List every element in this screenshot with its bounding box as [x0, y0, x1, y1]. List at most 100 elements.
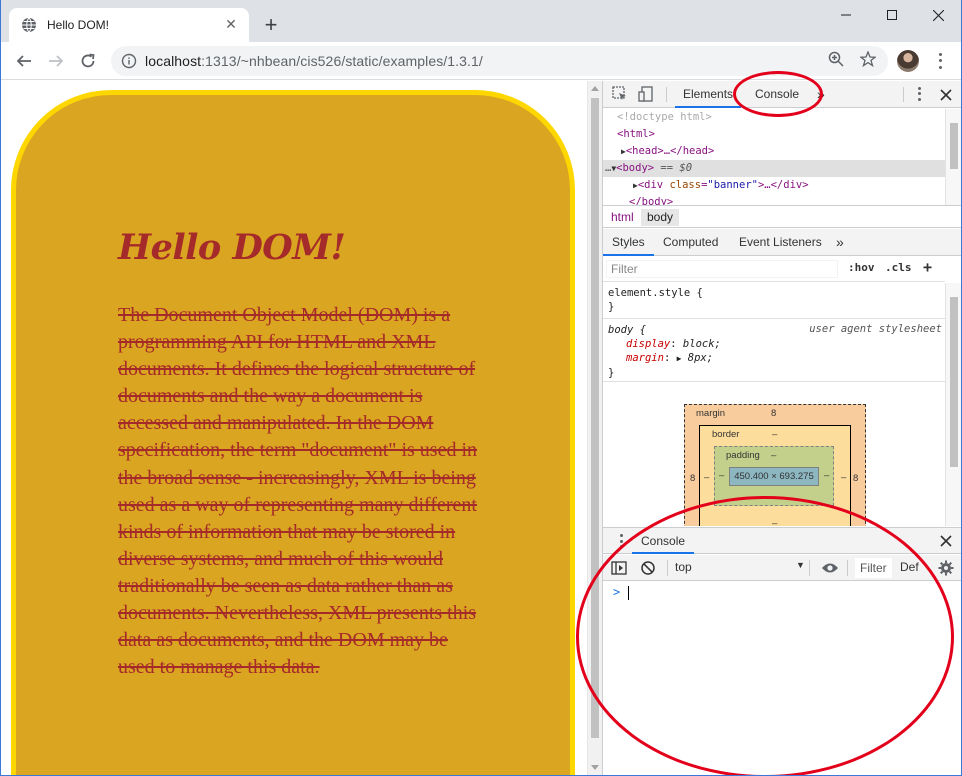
more-tabs-icon[interactable]: » — [817, 81, 825, 108]
dom-div-value: "banner" — [707, 179, 758, 191]
tab-title: Hello DOM! — [47, 18, 110, 32]
dom-body-text: <body> — [616, 162, 655, 174]
tab-elements[interactable]: Elements — [675, 81, 742, 108]
address-bar[interactable]: localhost:1313/~nhbean/cis526/static/exa… — [111, 46, 888, 76]
breadcrumb-body[interactable]: body — [641, 209, 680, 226]
styles-filter-bar: Filter :hov .cls + — [603, 257, 945, 282]
dom-head-node[interactable]: ▶<head>…</head> — [621, 143, 714, 160]
margin-right-value: 8 — [853, 473, 859, 484]
drawer-menu-icon[interactable] — [619, 534, 623, 548]
breadcrumb: html body — [603, 205, 961, 228]
margin-left-value: 8 — [690, 473, 696, 484]
scroll-up-icon[interactable] — [591, 86, 599, 91]
profile-avatar[interactable] — [897, 50, 919, 72]
margin-label: margin — [696, 408, 726, 419]
close-devtools-icon[interactable] — [937, 86, 955, 104]
devtools-tabbar: Elements Console » — [603, 81, 961, 108]
context-selector[interactable]: top — [675, 560, 692, 574]
padding-left-value: – — [719, 470, 725, 481]
dom-html-node[interactable]: <html> — [617, 126, 655, 143]
device-toolbar-icon[interactable] — [637, 85, 655, 103]
console-prompt: > — [613, 585, 621, 599]
tab-event-listeners[interactable]: Event Listeners — [739, 229, 822, 256]
divider — [667, 560, 668, 576]
border-bottom-value: – — [772, 518, 778, 526]
live-expression-eye-icon[interactable] — [821, 561, 839, 575]
display-value: block; — [682, 338, 721, 350]
dom-body-node[interactable]: …▼<body> == $0 — [605, 160, 692, 177]
margin-prop: margin — [626, 352, 664, 364]
info-icon[interactable] — [121, 53, 137, 69]
scrollbar-thumb[interactable] — [591, 98, 599, 738]
browser-menu-icon[interactable] — [931, 51, 949, 71]
browser-tab[interactable]: Hello DOM! ✕ — [9, 8, 249, 42]
element-style-rule[interactable]: element.style { } — [603, 283, 945, 319]
close-drawer-icon[interactable] — [938, 533, 954, 549]
minimize-icon[interactable] — [823, 0, 869, 30]
maximize-icon[interactable] — [869, 0, 915, 30]
scroll-down-icon[interactable] — [591, 765, 599, 770]
dom-tree-scrollbar[interactable] — [945, 109, 961, 205]
console-sidebar-icon[interactable] — [611, 560, 627, 576]
dom-div-tag: <div — [637, 179, 664, 191]
log-levels-dropdown[interactable]: Def — [900, 560, 919, 574]
reload-icon[interactable] — [76, 49, 100, 73]
dom-doctype[interactable]: <!doctype html> — [617, 109, 712, 126]
box-model-diagram: margin 8 8 8 border – – – – padding – – … — [603, 381, 945, 526]
url-host: localhost — [145, 53, 202, 69]
body-style-rule[interactable]: user agent stylesheet body { display: bl… — [603, 320, 945, 382]
hov-toggle[interactable]: :hov — [848, 261, 875, 274]
tab-styles[interactable]: Styles — [603, 229, 654, 256]
dom-div-attr: class — [669, 179, 702, 191]
back-arrow-icon[interactable] — [12, 49, 36, 73]
tab-strip: Hello DOM! ✕ + — [1, 0, 961, 42]
margin-top-value: 8 — [771, 408, 777, 419]
dom-body-close[interactable]: </body> — [629, 194, 673, 205]
tab-console[interactable]: Console — [747, 81, 807, 108]
rule-close: } — [608, 301, 615, 313]
divider — [809, 560, 810, 576]
border-top-value: – — [772, 429, 778, 440]
inspect-element-icon[interactable] — [611, 85, 629, 103]
border-label: border — [712, 429, 740, 440]
more-subtabs-icon[interactable]: » — [836, 229, 844, 256]
user-agent-label: user agent stylesheet — [809, 323, 942, 335]
divider — [666, 87, 667, 102]
breadcrumb-html[interactable]: html — [605, 209, 640, 226]
box-model-margin[interactable]: margin 8 8 8 border – – – – padding – – … — [684, 404, 866, 526]
window-close-icon[interactable] — [915, 0, 961, 30]
console-filter-input[interactable]: Filter — [855, 558, 892, 578]
styles-scrollbar[interactable] — [945, 283, 961, 526]
border-left-value: – — [704, 472, 710, 483]
browser-toolbar: localhost:1313/~nhbean/cis526/static/exa… — [1, 42, 961, 80]
page-scrollbar[interactable] — [587, 81, 602, 775]
styles-subtabs: Styles Computed Event Listeners » — [603, 229, 961, 256]
zoom-icon[interactable] — [826, 49, 846, 69]
padding-label: padding — [726, 450, 760, 461]
devtools-menu-icon[interactable] — [910, 86, 928, 102]
console-input-caret[interactable] — [628, 586, 629, 600]
tab-computed[interactable]: Computed — [663, 229, 718, 256]
divider — [903, 87, 904, 102]
box-model-padding[interactable]: padding – – – 450.400 × 693.275 — [714, 446, 834, 506]
box-model-border[interactable]: border – – – – padding – – – 450.400 × 6… — [699, 425, 851, 526]
divider — [847, 560, 848, 576]
styles-filter-input[interactable]: Filter — [606, 260, 838, 278]
dom-div-node[interactable]: ▶<div class="banner">…</div> — [633, 177, 809, 194]
new-tab-button[interactable]: + — [260, 14, 282, 36]
clear-console-icon[interactable] — [640, 560, 656, 576]
cls-toggle[interactable]: .cls — [885, 261, 912, 274]
forward-arrow-icon[interactable] — [44, 49, 68, 73]
browser-window: Hello DOM! ✕ + localhost:1313/~nhbean/ci… — [0, 0, 962, 776]
box-model-content[interactable]: 450.400 × 693.275 — [729, 467, 819, 486]
chevron-down-icon[interactable]: ▼ — [796, 560, 805, 570]
scrollbar-thumb[interactable] — [950, 123, 958, 169]
new-rule-button[interactable]: + — [923, 258, 932, 276]
gear-icon[interactable] — [938, 560, 954, 576]
bookmark-star-icon[interactable] — [858, 49, 878, 69]
margin-declaration: margin: ▶ 8px; — [626, 352, 714, 364]
scrollbar-thumb[interactable] — [950, 297, 958, 467]
page-heading: Hello DOM! — [118, 227, 346, 268]
close-tab-icon[interactable]: ✕ — [221, 15, 241, 35]
drawer-tab-console[interactable]: Console — [632, 528, 695, 554]
